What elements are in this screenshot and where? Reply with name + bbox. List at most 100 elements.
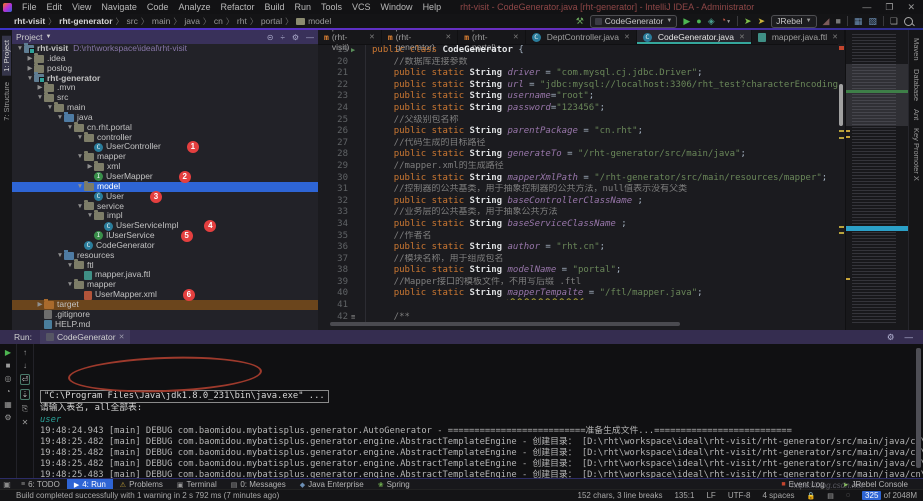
code-line-20[interactable]: 20 //数据库连接参数 — [318, 57, 845, 69]
maximize-button[interactable]: ❐ — [885, 2, 893, 13]
hide-panel-icon[interactable]: — — [306, 33, 314, 42]
expanded-arrow-icon[interactable]: ▼ — [76, 182, 84, 192]
line-number[interactable]: 30 — [318, 173, 351, 185]
stop-button[interactable]: ■ — [6, 361, 11, 370]
debug-bug-icon[interactable]: ● — [696, 15, 701, 27]
expanded-arrow-icon[interactable]: ▼ — [66, 261, 74, 271]
up-stacktrace-icon[interactable]: ↑ — [23, 348, 27, 357]
menu-help[interactable]: Help — [418, 2, 447, 12]
collapsed-arrow-icon[interactable]: ▶ — [26, 54, 34, 64]
tree-item-service[interactable]: ▼service — [12, 202, 318, 212]
line-number[interactable]: 39 — [318, 277, 351, 289]
stop-button[interactable]: ■ — [835, 15, 840, 27]
minimap-viewport[interactable] — [846, 64, 909, 126]
code-line-24[interactable]: 24 public static String password="123456… — [318, 103, 845, 115]
code-line-41[interactable]: 41 — [318, 300, 845, 312]
line-number[interactable]: 31 — [318, 184, 351, 196]
indent-setting[interactable]: 4 spaces — [763, 491, 795, 500]
run-config-select[interactable]: CodeGenerator ▼ — [590, 15, 678, 28]
layout-icon[interactable]: ▦ — [4, 400, 12, 409]
line-number[interactable]: 25 — [318, 115, 351, 127]
tree-item-UserServiceImpl[interactable]: CUserServiceImpl4 — [12, 221, 318, 231]
breadcrumb-item-rht-generator[interactable]: rht-generator — [59, 16, 112, 26]
breadcrumb-item-java[interactable]: java — [184, 16, 200, 26]
expanded-arrow-icon[interactable]: ▼ — [76, 133, 84, 143]
code-line-29[interactable]: 29 //mapper.xml的生成路径 — [318, 161, 845, 173]
project-structure-icon[interactable]: ▦ — [854, 15, 863, 27]
tool-window-quick-access-icon[interactable]: ▣ — [0, 480, 14, 489]
code-editor[interactable]: 19▶public class CodeGenerator {20 //数据库连… — [318, 45, 845, 323]
line-number[interactable]: 40 — [318, 288, 351, 300]
menu-view[interactable]: View — [67, 2, 96, 12]
tree-item-mapper[interactable]: ▼mapper — [12, 152, 318, 162]
minimize-button[interactable]: — — [862, 2, 871, 13]
tree-item-cn.rht.portal[interactable]: ▼cn.rht.portal — [12, 123, 318, 133]
run-console-tab[interactable]: CodeGenerator ✕ — [40, 330, 130, 344]
attach-icon[interactable]: ◢ — [823, 15, 830, 27]
tool-stripe-maven[interactable]: Maven — [912, 38, 921, 61]
file-encoding[interactable]: UTF-8 — [728, 491, 751, 500]
line-number[interactable]: 20 — [318, 57, 351, 69]
code-line-23[interactable]: 23 public static String username="root"; — [318, 91, 845, 103]
collapsed-arrow-icon[interactable]: ▶ — [36, 83, 44, 93]
close-icon[interactable]: ✕ — [739, 33, 745, 41]
line-number[interactable]: 37 — [318, 254, 351, 266]
line-number[interactable]: 41 — [318, 300, 351, 312]
editor-horizontal-scrollbar[interactable] — [330, 322, 680, 326]
memory-indicator[interactable]: 325 of 2048M — [862, 491, 917, 500]
tree-item-mapper[interactable]: ▼mapper — [12, 280, 318, 290]
expanded-arrow-icon[interactable]: ▼ — [66, 123, 74, 133]
gear-icon[interactable]: ⚙ — [292, 33, 299, 42]
expanded-arrow-icon[interactable]: ▼ — [26, 74, 34, 84]
collapsed-arrow-icon[interactable]: ▶ — [36, 300, 44, 310]
console-scrollbar[interactable] — [916, 348, 921, 468]
line-number[interactable]: 35 — [318, 231, 351, 243]
tree-item-main[interactable]: ▼main — [12, 103, 318, 113]
rerun-button[interactable]: ▶ — [5, 348, 11, 357]
soft-wrap-icon[interactable]: ⏎ — [20, 374, 31, 385]
run-class-gutter-icon[interactable]: ▶ — [351, 45, 365, 57]
tree-item-UserMapper[interactable]: IUserMapper2 — [12, 172, 318, 182]
code-line-40[interactable]: 40 public static String mapperTempalte =… — [318, 288, 845, 300]
menu-analyze[interactable]: Analyze — [173, 2, 215, 12]
close-button[interactable]: ✕ — [907, 2, 915, 13]
editor-tab-mapper.java.ftl[interactable]: mapper.java.ftl✕ — [752, 30, 845, 44]
code-line-33[interactable]: 33 //业务层的公共基类，用于抽象公共方法 — [318, 207, 845, 219]
settings-wrench-icon[interactable]: ⚙ — [4, 413, 11, 422]
code-line-22[interactable]: 22 public static String url = "jdbc:mysq… — [318, 80, 845, 92]
tool-stripe-project[interactable]: 1: Project — [2, 36, 11, 76]
run-button[interactable]: ▶ — [683, 15, 690, 27]
code-line-36[interactable]: 36 public static String author = "rht.cn… — [318, 242, 845, 254]
menu-vcs[interactable]: VCS — [347, 2, 376, 12]
code-minimap[interactable] — [845, 30, 909, 330]
line-number[interactable]: 33 — [318, 207, 351, 219]
layout-icon[interactable]: ❏ — [890, 15, 898, 27]
build-status-message[interactable]: Build completed successfully with 1 warn… — [0, 491, 279, 500]
expanded-arrow-icon[interactable]: ▼ — [36, 93, 44, 103]
line-number[interactable]: 21 — [318, 68, 351, 80]
expanded-arrow-icon[interactable]: ▼ — [16, 44, 24, 54]
line-number[interactable]: 38 — [318, 265, 351, 277]
close-icon[interactable]: ✕ — [513, 33, 519, 41]
close-icon[interactable]: ✕ — [369, 33, 375, 41]
line-number[interactable]: 28 — [318, 149, 351, 161]
menu-refactor[interactable]: Refactor — [215, 2, 259, 12]
line-number[interactable]: 24 — [318, 103, 351, 115]
build-hammer-icon[interactable]: ⚒ — [576, 15, 584, 27]
print-icon[interactable]: ⎘ — [22, 404, 28, 414]
close-icon[interactable]: ✕ — [119, 333, 125, 341]
line-number[interactable]: 19 — [318, 45, 351, 57]
tree-item-IUserService[interactable]: IIUserService5 — [12, 231, 318, 241]
split-icon[interactable]: ÷ — [280, 33, 284, 42]
expanded-arrow-icon[interactable]: ▼ — [76, 202, 84, 212]
project-panel-header[interactable]: Project ▼ ⊝ ÷ ⚙ — — [12, 30, 318, 44]
tree-item-mapper.java.ftl[interactable]: mapper.java.ftl — [12, 270, 318, 280]
breadcrumb-item-cn[interactable]: cn — [214, 16, 223, 26]
menu-run[interactable]: Run — [290, 2, 317, 12]
profiler-icon[interactable]: ◔ — [6, 387, 11, 396]
breadcrumb-item-src[interactable]: src — [127, 16, 138, 26]
jrebel-debug-icon[interactable]: ➤ — [758, 15, 766, 27]
expanded-arrow-icon[interactable]: ▼ — [46, 103, 54, 113]
breadcrumb-item-rht-visit[interactable]: rht-visit — [14, 16, 45, 26]
code-line-38[interactable]: 38 public static String modelName = "por… — [318, 265, 845, 277]
